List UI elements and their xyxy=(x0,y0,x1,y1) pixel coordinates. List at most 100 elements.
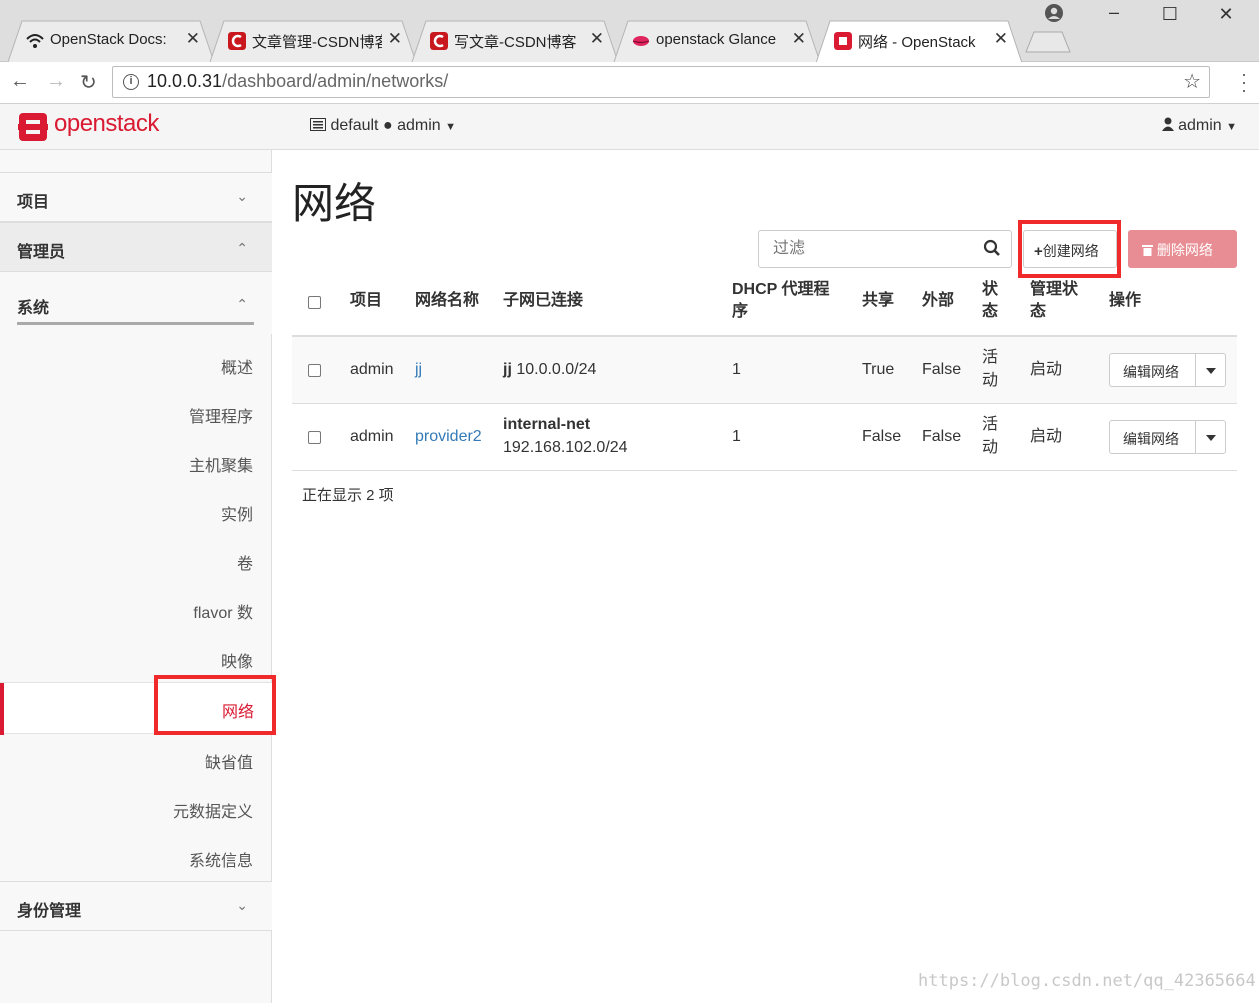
sidebar-item-defaults[interactable]: 缺省值 xyxy=(205,749,253,773)
close-tab-icon[interactable]: ✕ xyxy=(994,29,1008,49)
select-all-checkbox[interactable] xyxy=(308,296,321,309)
user-menu-dropdown[interactable]: admin ▼ xyxy=(1161,117,1237,135)
delete-networks-label: 删除网络 xyxy=(1156,242,1213,258)
subnet-cidr: 10.0.0.0/24 xyxy=(516,361,597,378)
browser-tab-glance[interactable]: openstack Glance ✕ xyxy=(610,20,820,62)
close-tab-icon[interactable]: ✕ xyxy=(388,29,402,49)
window-close-icon[interactable]: ✕ xyxy=(1206,4,1246,25)
forward-arrow-icon[interactable]: → xyxy=(46,70,66,93)
caret-down-icon xyxy=(1206,435,1216,441)
sidebar-item-metadata-definitions[interactable]: 元数据定义 xyxy=(173,798,253,822)
caret-down-icon: ▼ xyxy=(1226,121,1237,133)
subnet-name: internal-net xyxy=(503,416,591,433)
column-header-dhcp-agents[interactable]: DHCP 代理程 序 xyxy=(732,279,842,323)
table-header: 项目 网络名称 子网已连接 DHCP 代理程 序 共享 外部 状 态 管理状 态… xyxy=(292,276,1237,337)
column-header-shared[interactable]: 共享 xyxy=(862,290,894,312)
sidebar-section-project[interactable]: 项目 ⌄ xyxy=(0,172,272,222)
subnet-cidr: 192.168.102.0/24 xyxy=(503,439,628,456)
context-separator-dot: ● xyxy=(382,117,393,134)
tab-title: 网络 - OpenStack xyxy=(858,34,976,51)
column-header-admin-state[interactable]: 管理状 态 xyxy=(1030,279,1090,323)
browser-tab-csdn-write[interactable]: 写文章-CSDN博客 ✕ xyxy=(408,20,618,62)
item-count: 正在显示 2 项 xyxy=(302,487,394,504)
csdn-icon xyxy=(228,32,246,50)
user-icon xyxy=(1161,117,1174,131)
delete-networks-button[interactable]: 删除网络 xyxy=(1128,230,1237,268)
url-host: 10.0.0.31 xyxy=(147,71,223,91)
network-name-link[interactable]: jj xyxy=(415,359,422,381)
cell-status-line2: 动 xyxy=(982,372,999,389)
row-actions-dropdown[interactable] xyxy=(1195,353,1226,387)
chevron-down-icon: ⌄ xyxy=(236,188,248,204)
new-tab-button[interactable] xyxy=(1024,30,1072,54)
column-header-actions: 操作 xyxy=(1109,292,1142,309)
user-name: admin xyxy=(1178,117,1222,134)
lips-icon xyxy=(632,36,650,46)
highlight-box xyxy=(1018,220,1121,278)
openstack-header: openstack default ● admin ▼ admin ▼ xyxy=(0,104,1259,150)
browser-menu-icon[interactable]: · · · xyxy=(1241,65,1247,99)
url-path: /dashboard/admin/networks/ xyxy=(222,71,449,91)
logo-text[interactable]: openstack xyxy=(54,110,159,138)
edit-network-button[interactable]: 编辑网络 xyxy=(1109,420,1196,454)
browser-tab-active-networks[interactable]: 网络 - OpenStack ✕ xyxy=(812,20,1022,62)
sidebar-item-hypervisors[interactable]: 管理程序 xyxy=(189,403,253,427)
minimize-icon[interactable]: – xyxy=(1094,2,1134,23)
cell-external: False xyxy=(922,361,962,378)
section-label: 系统 xyxy=(17,300,50,317)
filter-input[interactable] xyxy=(771,239,971,259)
sidebar-item-volumes[interactable]: 卷 xyxy=(237,550,253,574)
reload-icon[interactable]: ↻ xyxy=(80,70,97,95)
sidebar-section-system[interactable]: 系统 ⌃ xyxy=(0,272,272,334)
openstack-logo-icon[interactable] xyxy=(18,112,48,142)
tab-title: OpenStack Docs: xyxy=(50,31,167,48)
column-header-subnets[interactable]: 子网已连接 xyxy=(503,290,583,312)
caret-down-icon: ▼ xyxy=(445,121,456,133)
sidebar-section-identity[interactable]: 身份管理 ⌄ xyxy=(0,881,272,931)
url-input[interactable]: i 10.0.0.31/dashboard/admin/networks/ ☆ xyxy=(112,66,1210,98)
profile-icon[interactable] xyxy=(1044,3,1064,23)
close-tab-icon[interactable]: ✕ xyxy=(792,29,806,49)
sidebar-item-instances[interactable]: 实例 xyxy=(221,501,253,525)
openstack-icon xyxy=(834,32,852,50)
tab-title: 写文章-CSDN博客 xyxy=(454,34,577,51)
back-arrow-icon[interactable]: ← xyxy=(10,70,30,93)
project-name: default xyxy=(330,117,379,134)
column-header-status[interactable]: 状 态 xyxy=(982,279,1004,323)
cell-project: admin xyxy=(350,361,394,378)
sidebar-item-host-aggregates[interactable]: 主机聚集 xyxy=(189,452,253,476)
info-icon[interactable]: i xyxy=(123,74,139,90)
filter-box[interactable] xyxy=(758,230,1012,268)
project-context-dropdown[interactable]: default ● admin ▼ xyxy=(310,117,456,135)
sidebar: 项目 ⌄ 管理员 ⌃ 系统 ⌃ 概述 管理程序 主机聚集 实例 卷 flavor… xyxy=(0,150,276,1003)
browser-tab-csdn-manage[interactable]: 文章管理-CSDN博客 ✕ xyxy=(206,20,416,62)
subnet-name: jj xyxy=(503,361,512,378)
edit-network-button[interactable]: 编辑网络 xyxy=(1109,353,1196,387)
cell-subnets: jj 10.0.0.0/24 xyxy=(503,359,596,381)
caret-down-icon xyxy=(1206,368,1216,374)
cell-external: False xyxy=(922,428,962,445)
url-text: 10.0.0.31/dashboard/admin/networks/ xyxy=(147,71,448,92)
sidebar-item-overview[interactable]: 概述 xyxy=(221,354,253,378)
sidebar-item-images[interactable]: 映像 xyxy=(221,648,253,672)
sidebar-item-system-info[interactable]: 系统信息 xyxy=(189,847,253,871)
sidebar-item-flavors[interactable]: flavor 数 xyxy=(193,599,253,623)
column-header-project[interactable]: 项目 xyxy=(350,290,382,312)
tab-title: 文章管理-CSDN博客 xyxy=(252,34,382,51)
column-header-network-name[interactable]: 网络名称 xyxy=(415,290,479,312)
network-name-link[interactable]: provider2 xyxy=(415,426,482,448)
row-checkbox[interactable] xyxy=(308,431,321,444)
row-actions-dropdown[interactable] xyxy=(1195,420,1226,454)
chevron-down-icon: ⌄ xyxy=(236,897,248,913)
search-icon[interactable] xyxy=(983,239,1001,257)
close-tab-icon[interactable]: ✕ xyxy=(186,29,200,49)
row-checkbox[interactable] xyxy=(308,364,321,377)
chevron-up-icon: ⌃ xyxy=(236,240,248,256)
sidebar-section-admin[interactable]: 管理员 ⌃ xyxy=(0,222,272,272)
column-header-external[interactable]: 外部 xyxy=(922,290,954,312)
maximize-icon[interactable]: ☐ xyxy=(1150,4,1190,25)
browser-tab-openstack-docs[interactable]: OpenStack Docs: ✕ xyxy=(4,20,214,62)
wifi-icon xyxy=(26,34,44,48)
close-tab-icon[interactable]: ✕ xyxy=(590,29,604,49)
bookmark-star-icon[interactable]: ☆ xyxy=(1183,69,1201,94)
